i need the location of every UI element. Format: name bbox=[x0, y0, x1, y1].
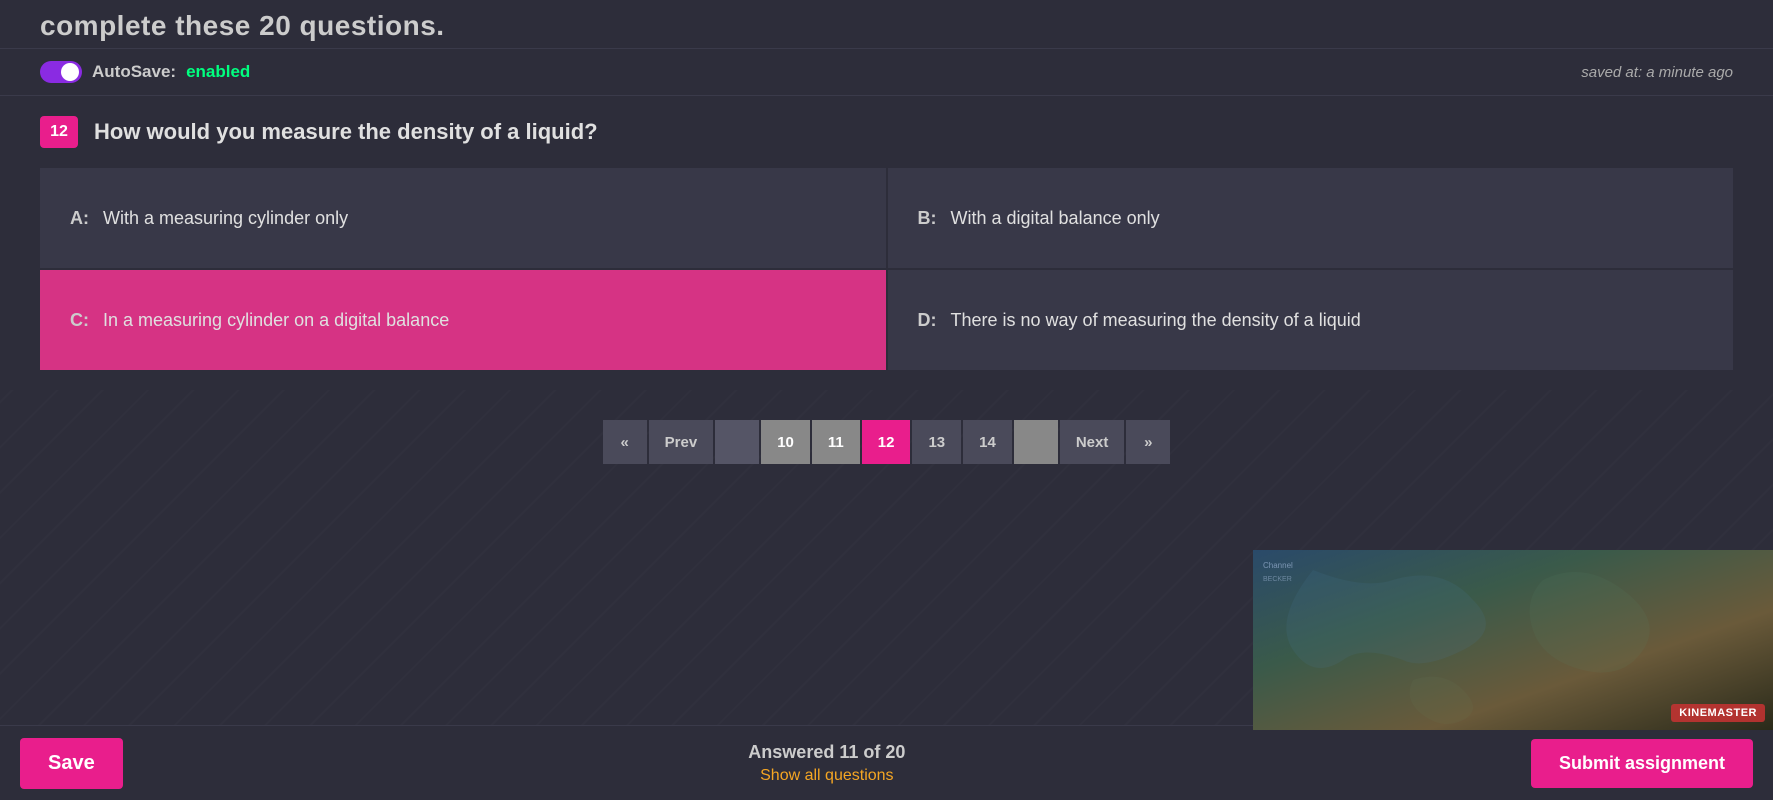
bottom-bar: Save Answered 11 of 20 Show all question… bbox=[0, 725, 1773, 800]
autosave-status: enabled bbox=[186, 62, 250, 82]
answer-text-c: In a measuring cylinder on a digital bal… bbox=[103, 310, 449, 331]
answer-label-d: D: bbox=[918, 310, 937, 331]
question-text: How would you measure the density of a l… bbox=[94, 119, 598, 145]
pagination-page-15[interactable] bbox=[1014, 420, 1058, 464]
save-button[interactable]: Save bbox=[20, 738, 123, 789]
header-bar: complete these 20 questions. bbox=[0, 0, 1773, 49]
autosave-bar: AutoSave: enabled saved at: a minute ago bbox=[0, 49, 1773, 96]
answer-option-a[interactable]: A: With a measuring cylinder only bbox=[40, 168, 886, 268]
answer-label-c: C: bbox=[70, 310, 89, 331]
answer-text-d: There is no way of measuring the density… bbox=[951, 310, 1361, 331]
autosave-label: AutoSave: bbox=[92, 62, 176, 82]
pagination-first[interactable]: « bbox=[603, 420, 647, 464]
watermark-box: Channel BECKER KINEMASTER bbox=[1253, 550, 1773, 730]
pagination-last[interactable]: » bbox=[1126, 420, 1170, 464]
page-title: complete these 20 questions. bbox=[40, 10, 445, 41]
question-header: 12 How would you measure the density of … bbox=[40, 116, 1733, 148]
answered-count: Answered 11 of 20 bbox=[748, 742, 905, 763]
answer-option-c[interactable]: C: In a measuring cylinder on a digital … bbox=[40, 270, 886, 370]
autosave-toggle[interactable] bbox=[40, 61, 82, 83]
pagination-next[interactable]: Next bbox=[1060, 420, 1125, 464]
answer-text-b: With a digital balance only bbox=[951, 208, 1160, 229]
pagination-page-11[interactable]: 11 bbox=[812, 420, 860, 464]
question-number-badge: 12 bbox=[40, 116, 78, 148]
question-section: 12 How would you measure the density of … bbox=[0, 96, 1773, 390]
pagination-prev[interactable]: Prev bbox=[649, 420, 714, 464]
show-all-questions[interactable]: Show all questions bbox=[748, 767, 905, 785]
answer-option-d[interactable]: D: There is no way of measuring the dens… bbox=[888, 270, 1734, 370]
answers-grid: A: With a measuring cylinder only B: Wit… bbox=[40, 168, 1733, 370]
pagination-page-9[interactable] bbox=[715, 420, 759, 464]
pagination-page-13[interactable]: 13 bbox=[912, 420, 961, 464]
answer-label-b: B: bbox=[918, 208, 937, 229]
watermark-area: Channel BECKER KINEMASTER bbox=[1253, 550, 1773, 730]
autosave-left: AutoSave: enabled bbox=[40, 61, 250, 83]
pagination-page-14[interactable]: 14 bbox=[963, 420, 1012, 464]
bottom-center: Answered 11 of 20 Show all questions bbox=[748, 742, 905, 785]
pagination-page-12[interactable]: 12 bbox=[862, 420, 911, 464]
pagination-page-10[interactable]: 10 bbox=[761, 420, 810, 464]
answer-label-a: A: bbox=[70, 208, 89, 229]
pagination-bar: « Prev 10 11 12 13 14 Next » bbox=[0, 390, 1773, 484]
saved-at-text: saved at: a minute ago bbox=[1581, 64, 1733, 81]
answer-option-b[interactable]: B: With a digital balance only bbox=[888, 168, 1734, 268]
submit-assignment-button[interactable]: Submit assignment bbox=[1531, 739, 1753, 788]
answer-text-a: With a measuring cylinder only bbox=[103, 208, 348, 229]
